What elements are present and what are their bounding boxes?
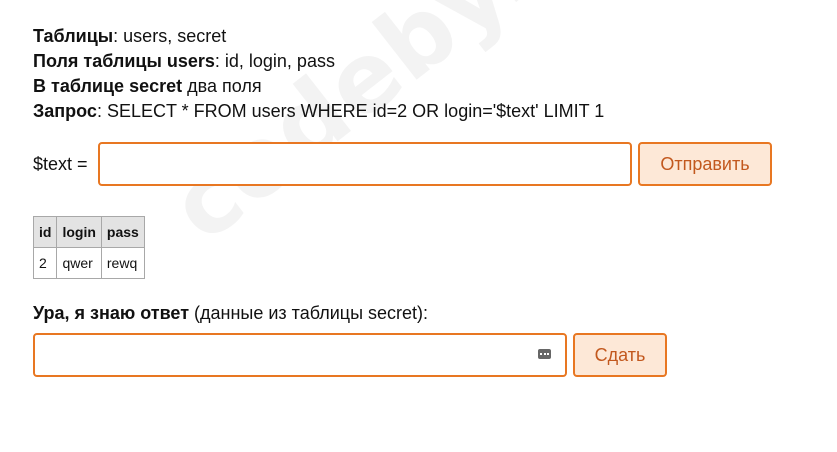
- secret-value: два поля: [182, 76, 262, 96]
- text-input[interactable]: [98, 142, 632, 186]
- cell-login: qwer: [56, 247, 102, 279]
- cell-pass: rewq: [100, 247, 145, 279]
- cell-id: 2: [32, 247, 58, 279]
- secret-info: В таблице secret два поля: [33, 74, 813, 99]
- tables-info: Таблицы: users, secret: [33, 24, 813, 49]
- secret-label: В таблице secret: [33, 76, 183, 96]
- tables-label: Таблицы: [33, 26, 114, 46]
- task-panel: Таблицы: users, secret Поля таблицы user…: [32, 24, 813, 377]
- fields-info: Поля таблицы users: id, login, pass: [33, 49, 813, 74]
- tables-value: : users, secret: [113, 26, 227, 46]
- answer-label-bold: Ура, я знаю ответ: [33, 303, 190, 323]
- send-button[interactable]: Отправить: [638, 142, 772, 186]
- query-form: $text = Отправить: [33, 142, 813, 186]
- query-label: Запрос: [33, 101, 97, 121]
- result-table: id login pass 2 qwer rewq: [32, 216, 145, 279]
- query-info: Запрос: SELECT * FROM users WHERE id=2 O…: [33, 99, 813, 124]
- answer-form: Сдать: [33, 333, 813, 377]
- query-value: : SELECT * FROM users WHERE id=2 OR logi…: [96, 101, 605, 121]
- column-header-id: id: [32, 216, 58, 248]
- answer-label-rest: (данные из таблицы secret):: [189, 303, 429, 323]
- table-header-row: id login pass: [32, 216, 145, 248]
- answer-label: Ура, я знаю ответ (данные из таблицы sec…: [33, 301, 813, 325]
- submit-button[interactable]: Сдать: [573, 333, 667, 377]
- column-header-pass: pass: [100, 216, 145, 248]
- fields-label: Поля таблицы users: [33, 51, 215, 71]
- text-label: $text =: [33, 153, 88, 174]
- keyboard-icon[interactable]: [538, 349, 551, 359]
- fields-value: : id, login, pass: [214, 51, 335, 71]
- column-header-login: login: [56, 216, 102, 248]
- answer-input[interactable]: [33, 333, 567, 377]
- table-row: 2 qwer rewq: [32, 247, 145, 279]
